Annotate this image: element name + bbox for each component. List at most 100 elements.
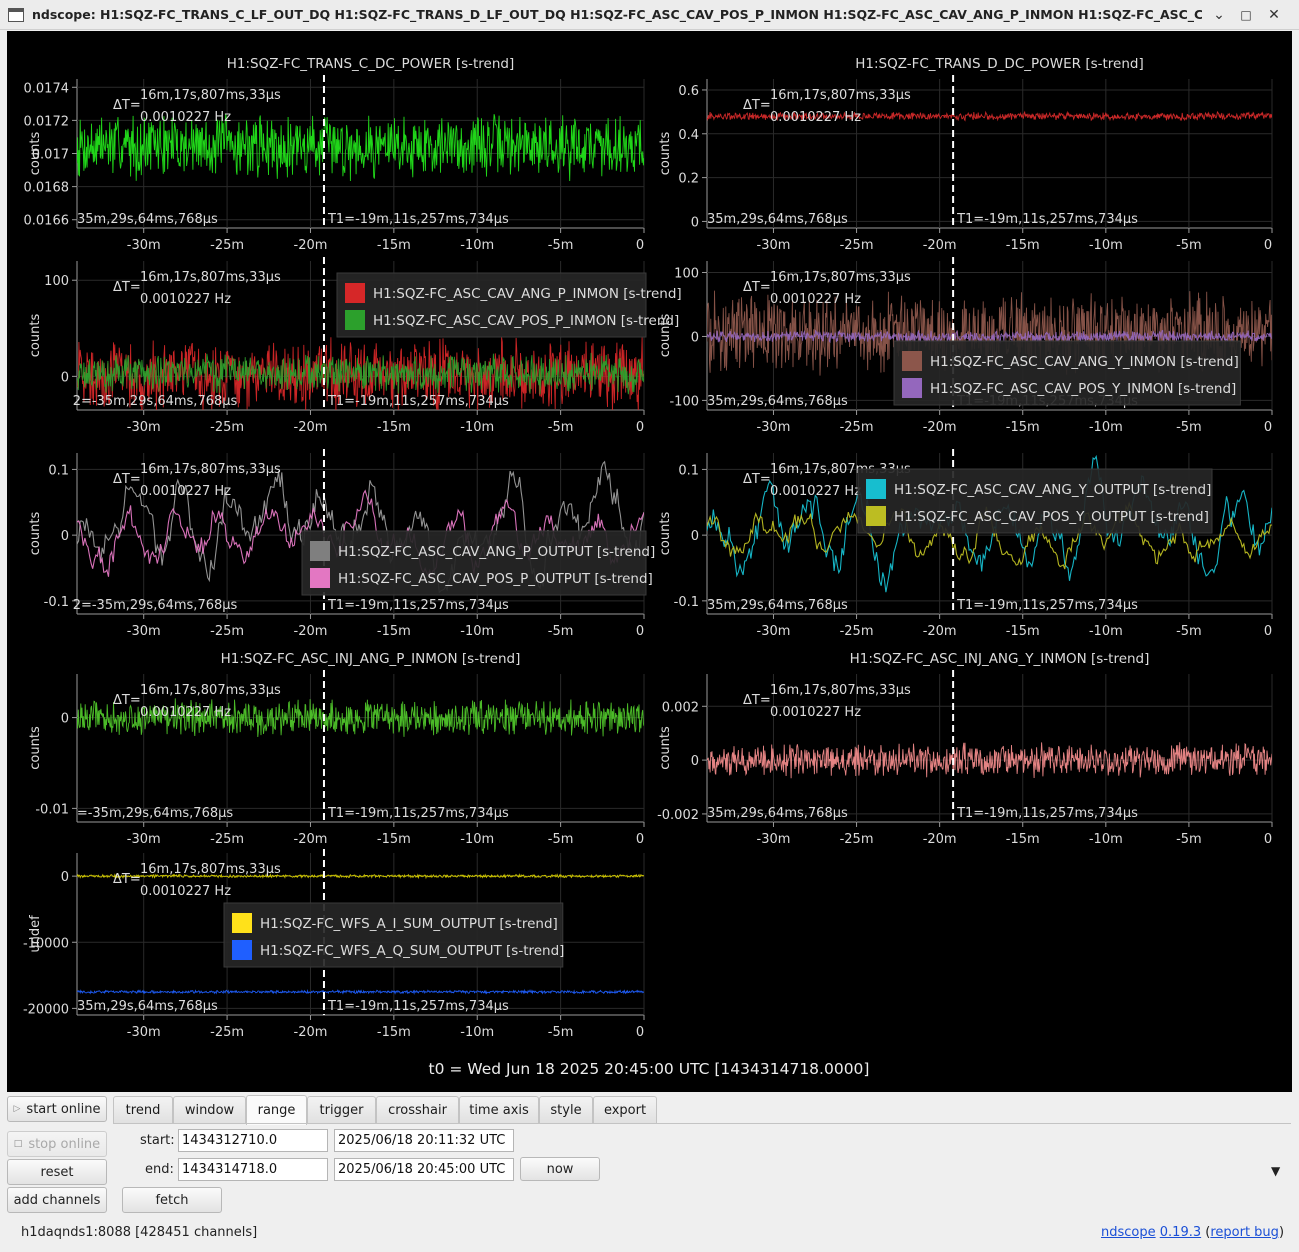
y-axis-label: counts xyxy=(658,132,673,176)
x-tick-label: -25m xyxy=(840,238,874,253)
x-tick-label: -25m xyxy=(840,624,874,639)
plot-p4[interactable]: -30m -25m -20m -15m -10m -5m 0 -100 0 100 counts ΔT… xyxy=(658,257,1273,435)
t2-label: 35m,29s,64ms,768µs xyxy=(707,598,848,613)
t0-label: t0 = Wed Jun 18 2025 20:45:00 UTC [14343… xyxy=(429,1060,870,1078)
add-channels-button[interactable]: add channels xyxy=(7,1187,107,1213)
y-tick-label: 0 xyxy=(691,529,699,544)
legend-label: H1:SQZ-FC_ASC_CAV_ANG_P_OUTPUT [s-trend] xyxy=(338,544,655,560)
start-utc-field[interactable] xyxy=(334,1129,514,1152)
now-button[interactable]: now xyxy=(520,1157,600,1181)
start-online-button[interactable]: ▷ start online xyxy=(7,1096,107,1122)
x-tick-label: -25m xyxy=(840,420,874,435)
plot-grid[interactable]: H1:SQZ-FC_TRANS_C_DC_POWER [s-trend] -30m… xyxy=(7,31,1292,1092)
tab-trend[interactable]: trend xyxy=(113,1096,173,1124)
y-tick-label: 0 xyxy=(691,754,699,769)
legend-swatch xyxy=(232,913,252,933)
plot-p7[interactable]: H1:SQZ-FC_ASC_INJ_ANG_P_INMON [s-trend] -… xyxy=(28,651,645,847)
paren-close: ) xyxy=(1278,1225,1285,1240)
plot-p5[interactable]: -30m -25m -20m -15m -10m -5m 0 -0.1 0 0.1 counts ΔT… xyxy=(28,449,655,639)
legend-label: H1:SQZ-FC_ASC_CAV_POS_Y_INMON [s-trend] xyxy=(930,381,1236,397)
x-tick-label: -20m xyxy=(923,420,957,435)
reset-button[interactable]: reset xyxy=(7,1159,107,1185)
tab-trigger[interactable]: trigger xyxy=(307,1096,376,1124)
legend-swatch xyxy=(902,351,922,371)
y-axis-label: counts xyxy=(28,512,43,556)
t1-label: T1=-19m,11s,257ms,734µs xyxy=(956,598,1138,613)
y-tick-label: 0 xyxy=(691,330,699,345)
y-tick-label: -100 xyxy=(669,394,699,409)
delta-frequency: 0.0010227 Hz xyxy=(140,110,231,125)
y-tick-label: 0 xyxy=(61,712,69,727)
delta-frequency: 0.0010227 Hz xyxy=(140,292,231,307)
t2-label: 35m,29s,64ms,768µs xyxy=(707,806,848,821)
plot-p6[interactable]: -30m -25m -20m -15m -10m -5m 0 -0.1 0 0.1 counts ΔT… xyxy=(658,449,1273,639)
x-tick-label: -20m xyxy=(923,832,957,847)
delta-frequency: 0.0010227 Hz xyxy=(770,484,861,499)
x-tick-label: 0 xyxy=(636,1025,644,1040)
tab-time-axis[interactable]: time axis xyxy=(459,1096,539,1124)
delta-label: ΔT= xyxy=(743,98,771,113)
end-gps-field[interactable] xyxy=(178,1158,328,1181)
tab-crosshair[interactable]: crosshair xyxy=(376,1096,459,1124)
x-tick-label: -10m xyxy=(460,420,494,435)
y-tick-label: -0.01 xyxy=(35,802,69,817)
delta-label: ΔT= xyxy=(113,280,141,295)
delta-value: 16m,17s,807ms,33µs xyxy=(140,862,281,877)
delta-frequency: 0.0010227 Hz xyxy=(770,110,861,125)
legend: H1:SQZ-FC_WFS_A_I_SUM_OUTPUT [s-trend] H1… xyxy=(223,902,564,968)
x-tick-label: 0 xyxy=(1264,624,1272,639)
legend-swatch xyxy=(345,283,365,303)
legend-label: H1:SQZ-FC_ASC_CAV_POS_P_INMON [s-trend] xyxy=(373,313,679,329)
x-tick-label: -25m xyxy=(210,420,244,435)
report-bug-link[interactable]: report bug xyxy=(1210,1225,1279,1240)
x-tick-label: 0 xyxy=(1264,832,1272,847)
start-gps-field[interactable] xyxy=(178,1129,328,1152)
end-utc-field[interactable] xyxy=(334,1158,514,1181)
tab-range[interactable]: range xyxy=(246,1095,307,1125)
plot-title: H1:SQZ-FC_ASC_INJ_ANG_Y_INMON [s-trend] xyxy=(850,651,1150,667)
plot-p8[interactable]: H1:SQZ-FC_ASC_INJ_ANG_Y_INMON [s-trend] -… xyxy=(657,651,1273,847)
x-tick-label: -20m xyxy=(294,420,328,435)
stop-online-button[interactable]: □ stop online xyxy=(7,1131,107,1157)
t2-label: =-35m,29s,64ms,768µs xyxy=(77,806,234,821)
x-tick-label: -15m xyxy=(1006,624,1040,639)
plot-title: H1:SQZ-FC_TRANS_C_DC_POWER [s-trend] xyxy=(227,56,515,72)
x-tick-label: -20m xyxy=(294,1025,328,1040)
minimize-icon[interactable]: ⌄ xyxy=(1209,5,1229,25)
plot-p3[interactable]: -30m -25m -20m -15m -10m -5m 0 0 100 counts ΔT=16m… xyxy=(28,257,682,435)
delta-value: 16m,17s,807ms,33µs xyxy=(140,462,281,477)
delta-value: 16m,17s,807ms,33µs xyxy=(140,88,281,103)
delta-frequency: 0.0010227 Hz xyxy=(140,705,231,720)
t1-label: T1=-19m,11s,257ms,734µs xyxy=(327,394,509,409)
y-tick-label: 0.0168 xyxy=(24,181,70,196)
x-tick-label: -10m xyxy=(1089,624,1123,639)
legend-label: H1:SQZ-FC_ASC_CAV_POS_P_OUTPUT [s-trend] xyxy=(338,571,653,587)
x-tick-label: -15m xyxy=(377,420,411,435)
fetch-button[interactable]: fetch xyxy=(122,1187,222,1213)
plot-p9[interactable]: -30m -25m -20m -15m -10m -5m 0-20000-100000und… xyxy=(23,849,645,1040)
x-tick-label: -30m xyxy=(127,624,161,639)
x-tick-label: -25m xyxy=(210,238,244,253)
x-tick-label: 0 xyxy=(1264,420,1272,435)
tab-window[interactable]: window xyxy=(173,1096,246,1124)
x-tick-label: -10m xyxy=(1089,832,1123,847)
y-tick-label: 0 xyxy=(61,870,69,885)
plot-p1[interactable]: H1:SQZ-FC_TRANS_C_DC_POWER [s-trend] -30m… xyxy=(24,56,645,253)
plot-p2[interactable]: H1:SQZ-FC_TRANS_D_DC_POWER [s-trend] -30m… xyxy=(658,56,1273,253)
legend-swatch xyxy=(310,541,330,561)
close-icon[interactable]: ✕ xyxy=(1264,5,1284,25)
tab-export[interactable]: export xyxy=(593,1096,657,1124)
delta-label: ΔT= xyxy=(743,280,771,295)
tab-style[interactable]: style xyxy=(539,1096,593,1124)
maximize-icon[interactable]: □ xyxy=(1236,5,1256,25)
x-tick-label: -30m xyxy=(757,420,791,435)
plot-canvas[interactable]: H1:SQZ-FC_TRANS_C_DC_POWER [s-trend] -30m… xyxy=(7,31,1292,1092)
x-tick-label: -10m xyxy=(460,624,494,639)
delta-value: 16m,17s,807ms,33µs xyxy=(140,683,281,698)
version-link[interactable]: 0.19.3 xyxy=(1160,1225,1201,1240)
y-tick-label: -20000 xyxy=(23,1002,69,1017)
y-axis-label: undef xyxy=(28,915,43,953)
ndscope-link[interactable]: ndscope xyxy=(1101,1225,1156,1240)
x-tick-label: -15m xyxy=(377,238,411,253)
expand-arrow-icon[interactable]: ▼ xyxy=(1271,1164,1280,1178)
